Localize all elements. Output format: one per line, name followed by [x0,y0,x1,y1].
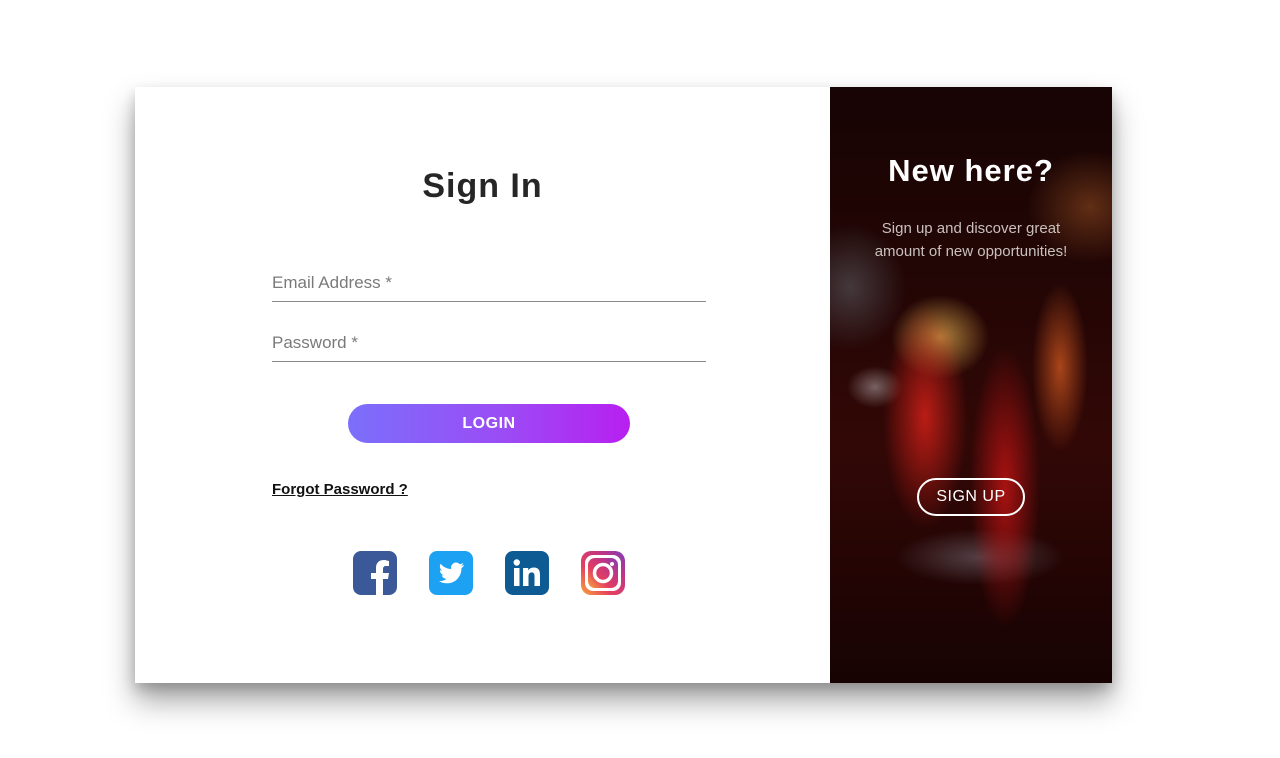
twitter-icon[interactable] [429,551,473,595]
signup-panel: New here? Sign up and discover great amo… [830,87,1112,683]
signup-title: New here? [888,153,1054,188]
linkedin-icon[interactable] [505,551,549,595]
email-input[interactable] [272,265,706,301]
password-field-wrapper [272,325,706,362]
email-field-wrapper [272,265,706,302]
login-button[interactable]: LOGIN [348,404,630,443]
password-input[interactable] [272,325,706,361]
social-login-row [353,551,625,595]
instagram-icon[interactable] [581,551,625,595]
forgot-password-link[interactable]: Forgot Password ? [272,481,408,498]
auth-card: Sign In LOGIN Forgot Password ? [135,87,1112,683]
signup-button[interactable]: SIGN UP [917,478,1025,516]
facebook-icon[interactable] [353,551,397,595]
signin-title: Sign In [422,167,543,205]
signup-subtitle: Sign up and discover great amount of new… [874,220,1068,260]
signin-panel: Sign In LOGIN Forgot Password ? [135,87,830,683]
